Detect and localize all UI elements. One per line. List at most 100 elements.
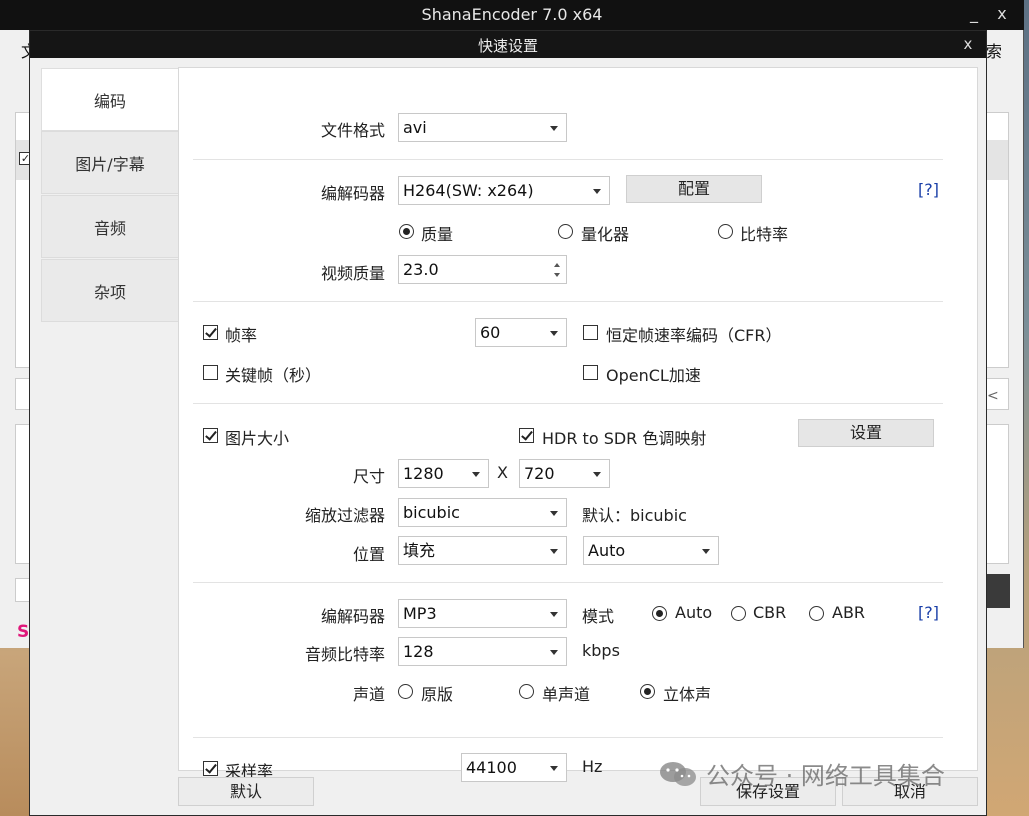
settings-sidebar: 编码 图片/字幕 音频 杂项 — [41, 68, 178, 323]
chevron-down-icon — [550, 549, 558, 554]
channel-stereo-label: 立体声 — [663, 685, 712, 704]
audio-mode-cbr-radio[interactable] — [731, 606, 746, 621]
chevron-down-icon — [550, 511, 558, 516]
mode-quantizer-label: 量化器 — [581, 225, 630, 244]
framerate-checkbox[interactable] — [203, 325, 218, 340]
position-align-select[interactable]: Auto — [583, 536, 719, 565]
position-align-value: Auto — [588, 541, 626, 560]
default-button[interactable]: 默认 — [178, 777, 314, 806]
scale-filter-label: 缩放过滤器 — [304, 506, 385, 525]
dimension-separator: X — [497, 463, 508, 482]
audio-mode-auto-label: Auto — [675, 603, 713, 622]
divider — [193, 737, 943, 738]
audio-bitrate-unit: kbps — [582, 641, 620, 660]
chevron-down-icon — [472, 472, 480, 477]
chevron-down-icon — [550, 766, 558, 771]
framerate-select[interactable]: 60 — [475, 318, 567, 347]
width-select[interactable]: 1280 — [398, 459, 489, 488]
codec-config-button[interactable]: 配置 — [626, 175, 762, 203]
audio-codec-label: 编解码器 — [320, 607, 385, 626]
hdr-tonemap-checkbox[interactable] — [519, 428, 534, 443]
cfr-checkbox[interactable] — [583, 325, 598, 340]
minimize-button[interactable]: _ — [966, 4, 982, 23]
cfr-label: 恒定帧速率编码（CFR） — [606, 326, 782, 345]
height-select[interactable]: 720 — [519, 459, 610, 488]
video-codec-label: 编解码器 — [320, 184, 385, 203]
audio-codec-select[interactable]: MP3 — [398, 599, 567, 628]
hdr-settings-button[interactable]: 设置 — [798, 419, 934, 447]
mode-quality-label: 质量 — [421, 225, 454, 244]
samplerate-value: 44100 — [466, 758, 517, 777]
channel-label: 声道 — [352, 685, 385, 704]
watermark-text: 公众号 · 网络工具集合 — [706, 762, 945, 790]
audio-mode-auto-radio[interactable] — [652, 606, 667, 621]
chevron-down-icon — [593, 189, 601, 194]
picture-size-checkbox[interactable] — [203, 428, 218, 443]
audio-help-link[interactable]: [?] — [918, 603, 939, 622]
channel-stereo-radio[interactable] — [640, 684, 655, 699]
spin-up-icon[interactable] — [554, 263, 560, 267]
chevron-down-icon — [550, 331, 558, 336]
audio-codec-value: MP3 — [403, 604, 437, 623]
sidebar-item-audio[interactable]: 音频 — [41, 195, 178, 258]
file-format-label: 文件格式 — [320, 121, 385, 140]
video-codec-value: H264(SW: x264) — [403, 181, 534, 200]
divider — [193, 403, 943, 404]
chevron-down-icon — [550, 650, 558, 655]
dialog-titlebar: 快速设置 x — [30, 31, 986, 58]
channel-original-radio[interactable] — [398, 684, 413, 699]
opencl-label: OpenCL加速 — [606, 366, 701, 385]
keyframe-label: 关键帧（秒） — [225, 366, 322, 385]
dialog-title: 快速设置 — [477, 37, 538, 55]
file-format-select[interactable]: avi — [398, 113, 567, 142]
main-side-arrow[interactable]: < — [987, 388, 999, 404]
main-close-button[interactable]: x — [994, 4, 1010, 23]
file-format-value: avi — [403, 118, 427, 137]
audio-bitrate-select[interactable]: 128 — [398, 637, 567, 666]
dialog-close-button[interactable]: x — [960, 35, 976, 53]
chevron-down-icon — [593, 472, 601, 477]
audio-mode-label: 模式 — [582, 607, 615, 626]
main-brand-logo: S — [17, 622, 30, 642]
width-value: 1280 — [403, 464, 444, 483]
divider — [193, 159, 943, 160]
chevron-down-icon — [702, 549, 710, 554]
chevron-down-icon — [550, 126, 558, 131]
video-quality-value: 23.0 — [403, 260, 439, 279]
video-quality-label: 视频质量 — [320, 264, 385, 283]
audio-mode-abr-radio[interactable] — [809, 606, 824, 621]
samplerate-unit: Hz — [582, 757, 603, 776]
divider — [193, 301, 943, 302]
dimension-label: 尺寸 — [352, 467, 385, 486]
scale-filter-default: 默认：bicubic — [582, 506, 687, 525]
main-menu-item-search[interactable]: 索 — [986, 38, 1002, 62]
audio-mode-cbr-label: CBR — [753, 603, 787, 622]
main-window-title: ShanaEncoder 7.0 x64 — [421, 5, 603, 24]
spin-down-icon[interactable] — [554, 273, 560, 277]
samplerate-select[interactable]: 44100 — [461, 753, 567, 782]
position-select[interactable]: 填充 — [398, 536, 567, 565]
position-label: 位置 — [352, 545, 385, 564]
mode-quality-radio[interactable] — [399, 224, 414, 239]
picture-size-label: 图片大小 — [225, 429, 290, 448]
mode-quantizer-radio[interactable] — [558, 224, 573, 239]
sidebar-item-misc[interactable]: 杂项 — [41, 259, 178, 322]
video-quality-spinbox[interactable]: 23.0 — [398, 255, 567, 284]
opencl-checkbox[interactable] — [583, 365, 598, 380]
audio-bitrate-label: 音频比特率 — [304, 645, 385, 664]
keyframe-checkbox[interactable] — [203, 365, 218, 380]
channel-mono-radio[interactable] — [519, 684, 534, 699]
wechat-icon — [660, 762, 696, 786]
mode-bitrate-label: 比特率 — [740, 225, 789, 244]
sidebar-item-picture-subtitle[interactable]: 图片/字幕 — [41, 131, 178, 194]
video-help-link[interactable]: [?] — [918, 180, 939, 199]
scale-filter-select[interactable]: bicubic — [398, 498, 567, 527]
scale-filter-value: bicubic — [403, 503, 460, 522]
hdr-tonemap-label: HDR to SDR 色调映射 — [542, 429, 707, 448]
samplerate-checkbox[interactable] — [203, 761, 218, 776]
video-codec-select[interactable]: H264(SW: x264) — [398, 176, 610, 205]
audio-bitrate-value: 128 — [403, 642, 434, 661]
mode-bitrate-radio[interactable] — [718, 224, 733, 239]
sidebar-item-encoding[interactable]: 编码 — [41, 68, 178, 131]
main-start-button[interactable] — [986, 574, 1010, 608]
